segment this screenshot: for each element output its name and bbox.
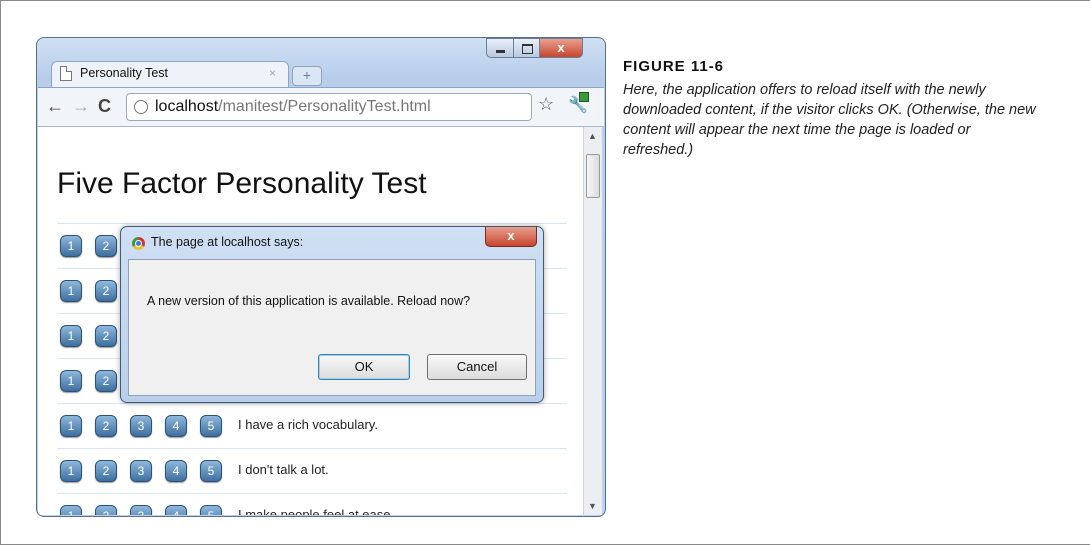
cancel-button[interactable]: Cancel xyxy=(427,354,527,380)
rating-button[interactable]: 3 xyxy=(130,415,152,437)
rating-button[interactable]: 1 xyxy=(60,415,82,437)
update-badge-icon xyxy=(579,92,589,102)
ok-button[interactable]: OK xyxy=(318,354,410,380)
rating-button[interactable]: 3 xyxy=(130,460,152,482)
url-path: /manitest/PersonalityTest.html xyxy=(218,98,431,115)
new-tab-button[interactable]: + xyxy=(292,66,322,86)
question-text: I have a rich vocabulary. xyxy=(238,417,378,432)
figure-caption: Here, the application offers to reload i… xyxy=(623,82,1036,158)
page-title: Five Factor Personality Test xyxy=(57,167,427,200)
list-item: 1 2 3 4 5 I have a rich vocabulary. xyxy=(57,403,567,448)
scroll-thumb[interactable] xyxy=(586,154,600,198)
rating-button[interactable]: 2 xyxy=(95,325,117,347)
url-text: localhost/manitest/PersonalityTest.html xyxy=(155,98,431,116)
back-icon[interactable]: ← xyxy=(46,96,64,117)
maximize-button[interactable] xyxy=(513,38,540,58)
rating-button[interactable]: 4 xyxy=(165,415,187,437)
browser-toolbar: ← → C localhost/manitest/PersonalityTest… xyxy=(38,87,604,127)
scroll-up-icon[interactable]: ▲ xyxy=(588,131,597,141)
rating-button[interactable]: 2 xyxy=(95,370,117,392)
rating-button[interactable]: 2 xyxy=(95,415,117,437)
rating-button[interactable]: 5 xyxy=(200,415,222,437)
rating-button[interactable]: 5 xyxy=(200,460,222,482)
reload-icon[interactable]: C xyxy=(98,96,111,117)
dialog-title: The page at localhost says: xyxy=(151,235,304,249)
rating-button[interactable]: 1 xyxy=(60,325,82,347)
window-close-button[interactable]: x xyxy=(539,38,583,58)
tab-personality-test[interactable]: Personality Test × xyxy=(51,61,289,87)
tab-close-icon[interactable]: × xyxy=(269,66,276,80)
list-item: 1 2 3 4 5 I make people feel at ease. xyxy=(57,493,567,515)
list-item: 1 2 3 4 5 I don't talk a lot. xyxy=(57,448,567,493)
rating-button[interactable]: 3 xyxy=(130,505,152,515)
alert-dialog: The page at localhost says: x A new vers… xyxy=(120,226,544,403)
question-text: I make people feel at ease. xyxy=(238,507,395,515)
scroll-down-icon[interactable]: ▼ xyxy=(588,501,597,511)
rating-button[interactable]: 2 xyxy=(95,505,117,515)
figure-title: FIGURE 11-6 xyxy=(623,58,725,75)
rating-button[interactable]: 1 xyxy=(60,460,82,482)
minimize-button[interactable] xyxy=(486,38,514,58)
rating-button[interactable]: 1 xyxy=(60,505,82,515)
rating-button[interactable]: 2 xyxy=(95,280,117,302)
bookmark-star-icon[interactable]: ☆ xyxy=(538,94,554,115)
tab-title: Personality Test xyxy=(80,66,169,80)
dialog-body: A new version of this application is ava… xyxy=(128,259,536,396)
rating-button[interactable]: 2 xyxy=(95,235,117,257)
rating-button[interactable]: 2 xyxy=(95,460,117,482)
chrome-icon xyxy=(132,237,145,250)
rating-button[interactable]: 1 xyxy=(60,370,82,392)
rating-button[interactable]: 4 xyxy=(165,460,187,482)
vertical-scrollbar[interactable]: ▲ ▼ xyxy=(583,127,602,515)
question-text: I don't talk a lot. xyxy=(238,462,329,477)
rating-button[interactable]: 4 xyxy=(165,505,187,515)
dialog-close-button[interactable]: x xyxy=(485,227,537,247)
rating-button[interactable]: 5 xyxy=(200,505,222,515)
forward-icon[interactable]: → xyxy=(72,96,90,117)
rating-button[interactable]: 1 xyxy=(60,280,82,302)
page-icon xyxy=(60,66,72,81)
url-host: localhost xyxy=(155,98,219,115)
address-bar[interactable]: localhost/manitest/PersonalityTest.html xyxy=(126,93,532,121)
rating-button[interactable]: 1 xyxy=(60,235,82,257)
globe-icon xyxy=(134,100,148,114)
dialog-message: A new version of this application is ava… xyxy=(147,294,471,308)
